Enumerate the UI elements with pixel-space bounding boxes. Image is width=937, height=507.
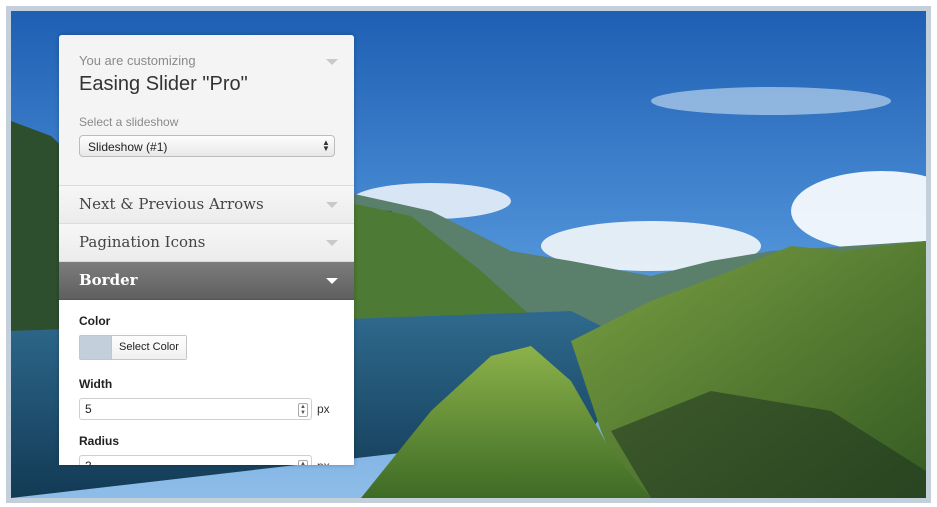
updown-spinner-icon: ▲ ▼	[322, 138, 330, 153]
slideshow-select[interactable]: Slideshow (#1) ▲ ▼	[79, 135, 335, 157]
slideshow-select-value: Slideshow (#1)	[88, 140, 168, 154]
chevron-down-icon	[326, 240, 338, 246]
updown-spinner-icon[interactable]: ▲▼	[298, 403, 308, 417]
customizing-label: You are customizing	[79, 53, 196, 68]
radius-value: 3	[85, 459, 92, 465]
section-border-label: Border	[79, 271, 138, 289]
radius-input[interactable]: 3 ▲▼	[79, 455, 312, 465]
section-pagination-label: Pagination Icons	[79, 233, 206, 251]
radius-unit: px	[317, 459, 330, 465]
section-arrows-label: Next & Previous Arrows	[79, 195, 264, 213]
select-color-button[interactable]: Select Color	[112, 336, 186, 359]
border-settings: Color Select Color Width 5 ▲ ▼ px Radius …	[59, 300, 354, 465]
updown-spinner-icon[interactable]: ▲▼	[298, 460, 308, 465]
chevron-down-icon	[326, 202, 338, 208]
radius-label: Radius	[79, 434, 120, 448]
section-pagination[interactable]: Pagination Icons	[59, 224, 354, 262]
section-border[interactable]: Border	[59, 262, 354, 300]
color-label: Color	[79, 314, 111, 328]
width-value: 5	[85, 402, 92, 416]
width-label: Width	[79, 377, 113, 391]
width-input[interactable]: 5 ▲ ▼	[79, 398, 312, 420]
select-slideshow-label: Select a slideshow	[79, 115, 179, 129]
color-swatch[interactable]	[80, 336, 112, 359]
chevron-down-icon	[326, 278, 338, 284]
customizer-panel: You are customizing Easing Slider "Pro" …	[59, 35, 354, 465]
slider-title: Easing Slider "Pro"	[79, 73, 248, 95]
chevron-down-icon[interactable]	[326, 59, 338, 65]
section-arrows[interactable]: Next & Previous Arrows	[59, 186, 354, 224]
color-picker[interactable]: Select Color	[79, 335, 187, 360]
width-unit: px	[317, 402, 330, 416]
panel-header: You are customizing Easing Slider "Pro" …	[59, 35, 354, 186]
